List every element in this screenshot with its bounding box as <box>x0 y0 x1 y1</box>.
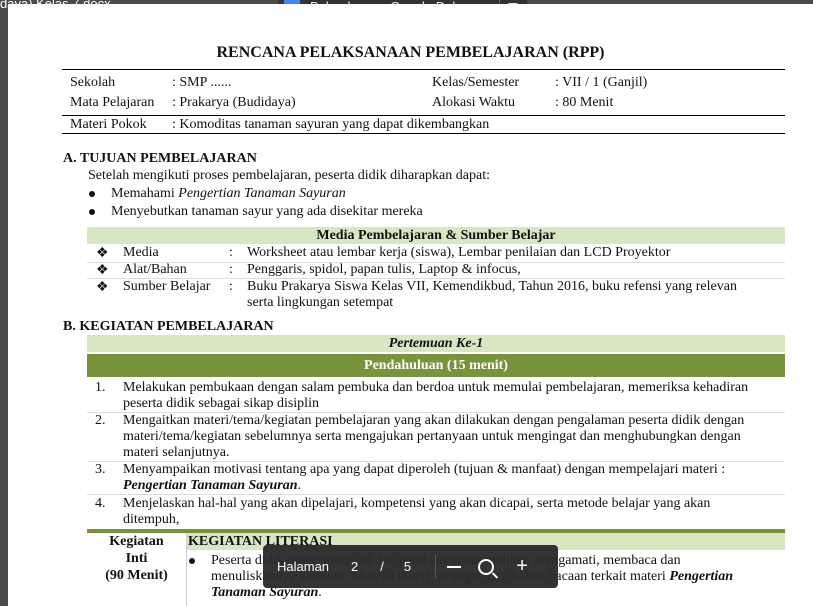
divider <box>87 494 785 495</box>
minus-icon <box>447 565 462 568</box>
step-number: 1. <box>95 380 106 395</box>
diamond-bullet-icon: ❖ <box>96 280 109 295</box>
page-label: Halaman <box>277 559 330 574</box>
magnifier-icon <box>478 558 495 575</box>
plus-icon: + <box>516 555 528 577</box>
sumber-value-cont: serta lingkungan setempat <box>247 295 394 310</box>
divider <box>435 554 437 579</box>
colon: : <box>229 245 233 260</box>
kelas-value: : VII / 1 (Ganjil) <box>555 75 648 90</box>
inti-label-1: Kegiatan <box>109 534 164 549</box>
divider <box>62 69 785 70</box>
colon: : <box>229 279 233 294</box>
section-a-intro: Setelah mengikuti proses pembelajaran, p… <box>88 168 490 183</box>
page-viewer-toolbar: Halaman 2 / 5 + <box>263 545 558 588</box>
step-1-line2: peserta didik sebagai sikap disiplin <box>123 396 319 411</box>
diamond-bullet-icon: ❖ <box>96 246 109 261</box>
step-number: 3. <box>95 462 106 477</box>
step-number: 4. <box>95 496 106 511</box>
sumber-label: Sumber Belajar <box>123 279 211 294</box>
alokasi-label: Alokasi Waktu <box>432 95 515 110</box>
section-a-heading: A. TUJUAN PEMBELAJARAN <box>63 151 257 166</box>
total-pages: 5 <box>403 559 412 574</box>
document-title: RENCANA PELAKSANAAN PEMBELAJARAN (RPP) <box>216 44 605 61</box>
step-4-line2: ditempuh, <box>123 512 180 527</box>
inti-label-3: (90 Menit) <box>105 568 168 583</box>
colon: : <box>229 262 233 277</box>
diamond-bullet-icon: ❖ <box>96 263 109 278</box>
divider <box>62 133 785 134</box>
section-b-heading: B. KEGIATAN PEMBELAJARAN <box>63 319 274 334</box>
step-2-line3: materi selanjutnya. <box>123 445 230 460</box>
zoom-out-button[interactable] <box>440 553 468 581</box>
media-value: Worksheet atau lembar kerja (siswa), Lem… <box>247 245 671 260</box>
sekolah-value: : SMP ...... <box>172 75 232 90</box>
inti-label-2: Inti <box>125 551 148 566</box>
step-3-line2: Pengertian Tanaman Sayuran. <box>123 478 302 493</box>
alokasi-value: : 80 Menit <box>555 95 614 110</box>
current-page-input[interactable]: 2 <box>351 559 358 574</box>
step-1-line1: Melakukan pembukaan dengan salam pembuka… <box>123 380 749 395</box>
step-2-line2: materi/tema/kegiatan sebelumnya serta me… <box>123 429 741 444</box>
document-page: RENCANA PELAKSANAAN PEMBELAJARAN (RPP) S… <box>8 4 813 606</box>
goal-1: Memahami Pengertian Tanaman Sayuran <box>111 186 346 201</box>
mapel-label: Mata Pelajaran <box>70 95 155 110</box>
step-number: 2. <box>95 413 106 428</box>
step-4-line1: Menjelaskan hal-hal yang akan dipelajari… <box>123 496 711 511</box>
bullet-icon <box>89 209 95 215</box>
divider <box>62 115 785 116</box>
alat-value: Penggaris, spidol, papan tulis, Laptop &… <box>247 262 521 277</box>
kelas-label: Kelas/Semester <box>432 75 520 90</box>
media-label: Media <box>123 245 159 260</box>
zoom-in-button[interactable]: + <box>508 553 536 581</box>
step-3-line1: Menyampaikan motivasi tentang apa yang d… <box>123 462 726 477</box>
sekolah-label: Sekolah <box>70 75 116 90</box>
intro-header: Pendahuluan (15 menit) <box>364 358 508 373</box>
sumber-value: Buku Prakarya Siswa Kelas VII, Kemendikb… <box>247 279 737 294</box>
alat-label: Alat/Bahan <box>123 262 187 277</box>
bullet-icon <box>189 558 195 564</box>
zoom-button[interactable] <box>472 553 500 581</box>
meeting-header: Pertemuan Ke-1 <box>388 336 484 351</box>
bullet-icon <box>89 191 95 197</box>
media-header: Media Pembelajaran & Sumber Belajar <box>316 228 556 243</box>
step-2-line1: Mengaitkan materi/tema/kegiatan pembelaj… <box>123 413 745 428</box>
materi-label: Materi Pokok <box>70 117 147 132</box>
materi-value: : Komoditas tanaman sayuran yang dapat d… <box>172 117 490 132</box>
mapel-value: : Prakarya (Budidaya) <box>172 95 296 110</box>
goal-2: Menyebutkan tanaman sayur yang ada disek… <box>111 204 423 219</box>
page-separator: / <box>380 559 384 574</box>
